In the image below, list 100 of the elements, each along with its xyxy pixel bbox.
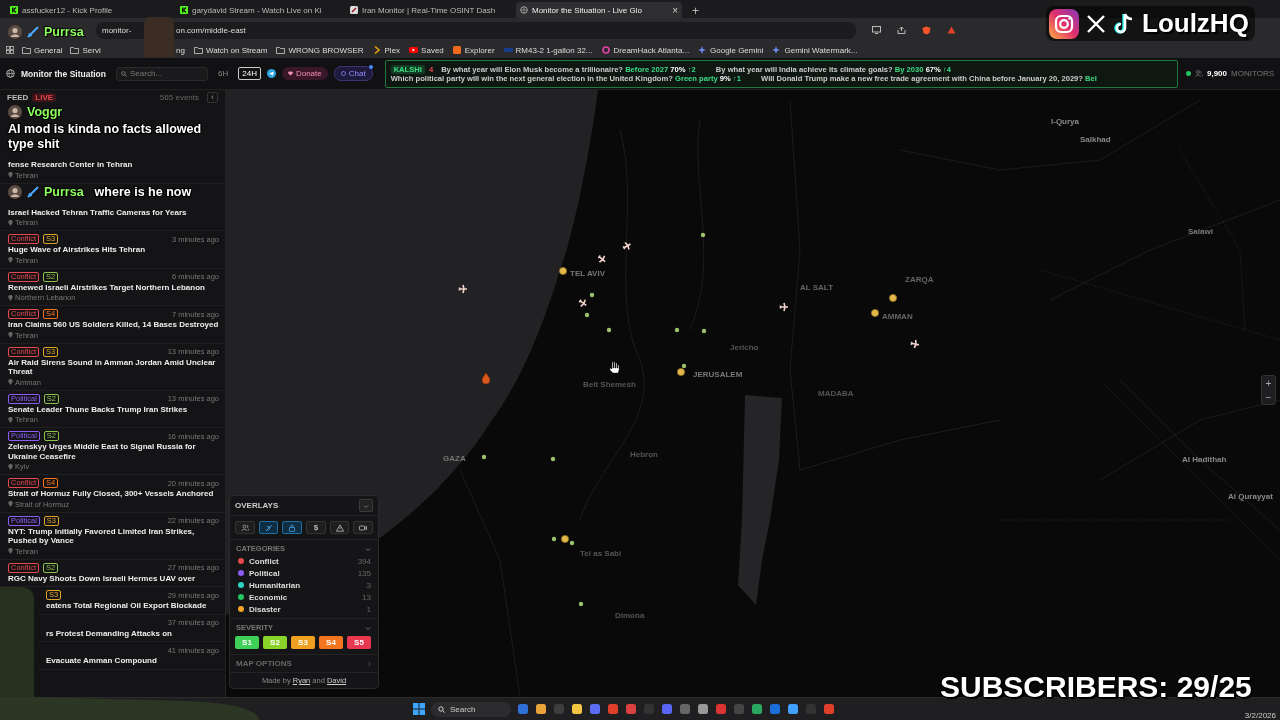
plane-icon[interactable] <box>597 254 606 263</box>
chat-username: Purrsa <box>44 25 84 39</box>
app-title: Monitor the Situation <box>21 68 106 79</box>
app-icon[interactable] <box>697 703 709 715</box>
event-marker[interactable] <box>561 535 569 543</box>
cross-logo-icon <box>1086 13 1106 34</box>
event-marker[interactable] <box>681 363 687 369</box>
pin-icon <box>8 219 13 226</box>
time-range-button[interactable]: 24H <box>238 67 261 80</box>
webcam-head-placeholder <box>144 17 174 57</box>
bookmark[interactable]: Gemini Watermark... <box>772 45 858 55</box>
taskbar-search-field[interactable]: Search <box>431 701 511 717</box>
monitor-label: MONITORS <box>1231 69 1274 78</box>
plane-icon[interactable] <box>910 339 920 349</box>
new-tab-button[interactable]: + <box>692 4 699 18</box>
search-field[interactable]: Search... <box>116 66 208 81</box>
event-marker[interactable] <box>606 327 612 333</box>
category-count: 394 <box>357 556 371 566</box>
severity-filter-button[interactable]: S5 <box>347 636 371 649</box>
app-icon[interactable] <box>751 703 763 715</box>
layer-toggle-button[interactable] <box>353 521 374 534</box>
event-marker[interactable] <box>550 456 556 462</box>
bookmark[interactable]: Plex <box>372 45 401 55</box>
plane-icon[interactable] <box>622 241 632 251</box>
event-marker[interactable] <box>584 312 590 318</box>
chat-button[interactable]: Chat <box>333 66 373 81</box>
warning-icon <box>335 523 344 532</box>
avatar-icon <box>8 25 22 39</box>
place-label: Jericho <box>730 343 759 352</box>
layer-toggle-button[interactable] <box>282 521 302 534</box>
app-icon[interactable] <box>571 703 583 715</box>
layer-toggle-button[interactable] <box>329 521 350 534</box>
event-marker[interactable] <box>551 536 557 542</box>
browser-tab[interactable]: garydavid Stream - Watch Live on Ki <box>176 2 342 18</box>
pin-icon <box>8 501 13 507</box>
donate-button[interactable]: Donate <box>281 67 328 80</box>
sparkle-icon <box>772 46 782 54</box>
event-marker[interactable] <box>700 232 706 238</box>
globe-icon <box>6 69 15 78</box>
close-tab-button[interactable]: × <box>672 4 678 16</box>
category-row[interactable]: Economic 13 <box>230 591 378 603</box>
bookmark[interactable]: Servi <box>70 45 101 55</box>
event-title: Strait of Hormuz Fully Closed, 300+ Vessels Anchored <box>8 489 215 499</box>
event-marker[interactable] <box>569 540 575 546</box>
address-bar[interactable]: monitor- on.com/middle-east <box>96 21 856 39</box>
bookmark[interactable]: DreamHack Atlanta... <box>601 45 690 55</box>
browser-tab[interactable]: assfucker12 - Kick Profile <box>6 2 172 18</box>
collapse-button[interactable]: ‹ <box>207 91 218 103</box>
plane-icon[interactable] <box>578 298 588 308</box>
triangle-icon[interactable] <box>947 26 956 34</box>
event-marker[interactable] <box>701 328 707 334</box>
plane-icon[interactable] <box>458 284 468 294</box>
event-marker[interactable] <box>559 267 567 275</box>
place-label: MADABA <box>818 389 854 398</box>
category-row[interactable]: Disaster 1 <box>230 603 378 615</box>
bookmark[interactable]: Saved <box>409 45 444 55</box>
hand-cursor-icon <box>609 360 620 374</box>
zoom-in-button[interactable]: + <box>1262 376 1275 390</box>
share-icon[interactable] <box>897 26 906 34</box>
event-title: Huge Wave of Airstrikes Hits Tehran <box>8 245 147 255</box>
time-range-button[interactable]: 6H <box>214 67 233 80</box>
layer-toggle-button[interactable]: $ <box>306 521 326 534</box>
bookmark[interactable]: RM43-2 1-gallon 32... <box>503 45 593 55</box>
place-label: Al Hadithah <box>1182 455 1227 464</box>
bookmark[interactable]: ng <box>176 45 185 55</box>
bookmark[interactable]: Explorer <box>452 45 495 55</box>
category-row[interactable]: Humanitarian 3 <box>230 579 378 591</box>
event-marker[interactable] <box>871 309 879 317</box>
category-row[interactable]: Conflict 394 <box>230 555 378 567</box>
event-marker[interactable] <box>578 601 584 607</box>
layer-toggle-button[interactable] <box>258 521 279 534</box>
browser-tab[interactable]: Iran Monitor | Real-Time OSINT Dash <box>346 2 512 18</box>
avatar-icon <box>8 185 22 199</box>
shield-icon[interactable] <box>922 25 931 35</box>
event-marker[interactable] <box>677 368 685 376</box>
ring-icon <box>601 46 611 54</box>
bookmark[interactable]: WRONG BROWSER <box>276 45 364 55</box>
browser-tab[interactable]: Monitor the Situation - Live Glo × <box>516 2 682 18</box>
windows-logo-icon[interactable] <box>413 703 425 715</box>
event-marker[interactable] <box>674 327 680 333</box>
screen-icon[interactable] <box>872 26 881 34</box>
category-row[interactable]: Political 135 <box>230 567 378 579</box>
bookmark[interactable]: Watch on Stream <box>193 45 268 55</box>
event-marker[interactable] <box>889 294 897 302</box>
app-icon[interactable] <box>535 703 547 715</box>
zoom-out-button[interactable]: − <box>1262 390 1275 404</box>
apps-grid-icon[interactable] <box>6 46 14 54</box>
event-marker[interactable] <box>589 292 595 298</box>
bookmark[interactable]: Google Gemini <box>698 45 764 55</box>
panel-title: OVERLAYS <box>235 501 279 510</box>
app-icon[interactable] <box>787 703 799 715</box>
event-marker[interactable] <box>481 454 487 460</box>
category-label: Political <box>249 568 281 578</box>
place-label: TEL AVIV <box>570 269 605 278</box>
flame-icon[interactable] <box>481 372 491 385</box>
paper-plane-icon[interactable] <box>266 69 276 78</box>
layer-toggle-button[interactable] <box>235 521 255 534</box>
flag-icon <box>503 46 513 54</box>
bookmark[interactable]: General <box>22 45 63 55</box>
plane-icon[interactable] <box>779 302 789 312</box>
